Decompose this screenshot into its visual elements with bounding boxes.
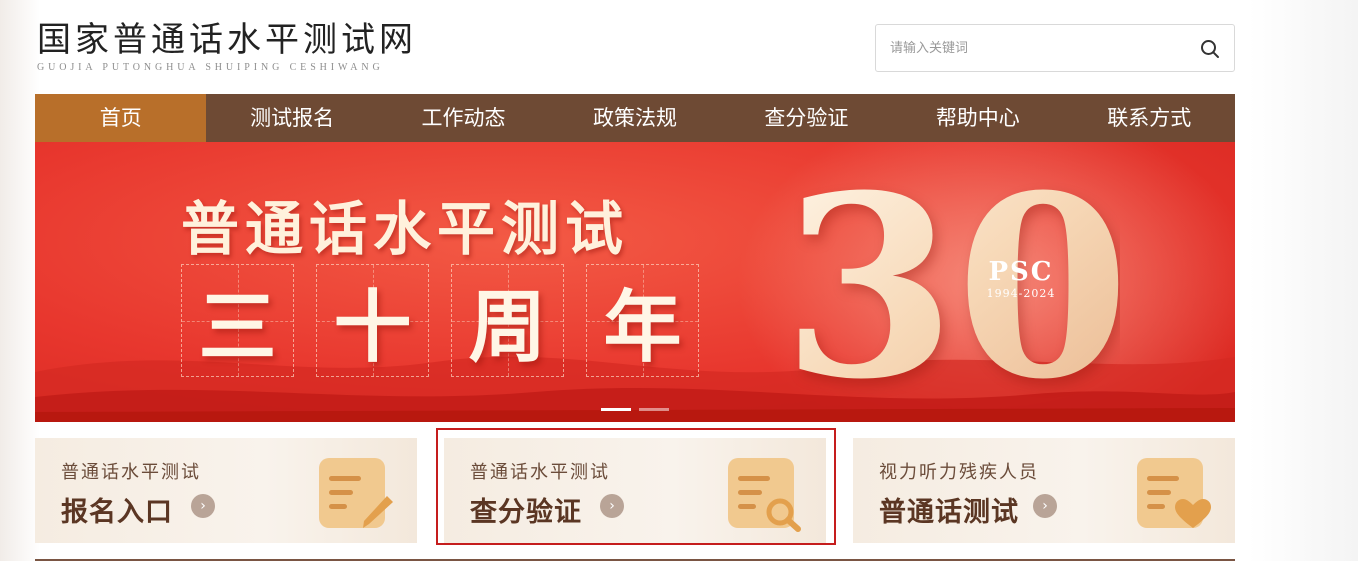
logo-subtitle: GUOJIA PUTONGHUA SHUIPING CESHIWANG bbox=[37, 62, 384, 73]
grid-char-cell: 十 bbox=[316, 264, 429, 377]
search-icon bbox=[1201, 40, 1219, 58]
grid-char: 周 bbox=[468, 281, 547, 373]
card-subtitle: 普通话水平测试 bbox=[61, 462, 201, 483]
grid-char-cell: 年 bbox=[586, 264, 699, 377]
banner-anniversary-text: 三 十 周 年 bbox=[181, 264, 699, 377]
nav-item-registration[interactable]: 测试报名 bbox=[206, 94, 377, 142]
card-disability-test[interactable]: 视力听力残疾人员 普通话测试 › bbox=[853, 438, 1235, 543]
carousel-dot-1[interactable] bbox=[601, 408, 631, 411]
nav-item-news[interactable]: 工作动态 bbox=[378, 94, 549, 142]
search-button[interactable] bbox=[1198, 37, 1222, 61]
card-title: 报名入口 bbox=[61, 497, 173, 528]
logo-title: 国家普通话水平测试网 bbox=[37, 20, 417, 60]
pencil-doc-icon bbox=[319, 458, 393, 528]
nav-item-policy[interactable]: 政策法规 bbox=[549, 94, 720, 142]
search-box bbox=[875, 24, 1235, 72]
chevron-right-icon: › bbox=[1033, 494, 1057, 518]
grid-char-cell: 周 bbox=[451, 264, 564, 377]
page: 国家普通话水平测试网 GUOJIA PUTONGHUA SHUIPING CES… bbox=[35, 0, 1235, 561]
nav-item-contact[interactable]: 联系方式 bbox=[1064, 94, 1235, 142]
grid-char-cell: 三 bbox=[181, 264, 294, 377]
page-background-right bbox=[1248, 0, 1358, 561]
grid-char: 三 bbox=[198, 281, 277, 373]
psc-label: PSC bbox=[988, 257, 1054, 287]
carousel-indicators bbox=[601, 408, 669, 411]
carousel-dot-2[interactable] bbox=[639, 408, 669, 411]
card-subtitle: 视力听力残疾人员 bbox=[879, 462, 1039, 483]
card-focus-highlight bbox=[436, 428, 836, 545]
hero-banner[interactable]: 普通话水平测试 三 十 周 年 30 PSC 1994-2024 bbox=[35, 142, 1235, 422]
psc-years: 1994-2024 bbox=[986, 287, 1056, 300]
psc-badge: PSC 1994-2024 bbox=[971, 257, 1071, 300]
search-input[interactable] bbox=[890, 25, 1180, 71]
grid-char: 年 bbox=[603, 281, 682, 373]
grid-char: 十 bbox=[333, 281, 412, 373]
heart-doc-icon bbox=[1137, 458, 1211, 528]
main-nav: 首页 测试报名 工作动态 政策法规 查分验证 帮助中心 联系方式 bbox=[35, 94, 1235, 142]
card-registration[interactable]: 普通话水平测试 报名入口 › bbox=[35, 438, 417, 543]
page-background-left bbox=[0, 0, 40, 561]
chevron-right-icon: › bbox=[191, 494, 215, 518]
nav-item-help[interactable]: 帮助中心 bbox=[892, 94, 1063, 142]
nav-item-home[interactable]: 首页 bbox=[35, 94, 207, 142]
banner-title: 普通话水平测试 bbox=[181, 195, 630, 263]
nav-item-score-check[interactable]: 查分验证 bbox=[721, 94, 892, 142]
site-logo[interactable]: 国家普通话水平测试网 GUOJIA PUTONGHUA SHUIPING CES… bbox=[37, 20, 437, 73]
card-title: 普通话测试 bbox=[879, 497, 1019, 528]
